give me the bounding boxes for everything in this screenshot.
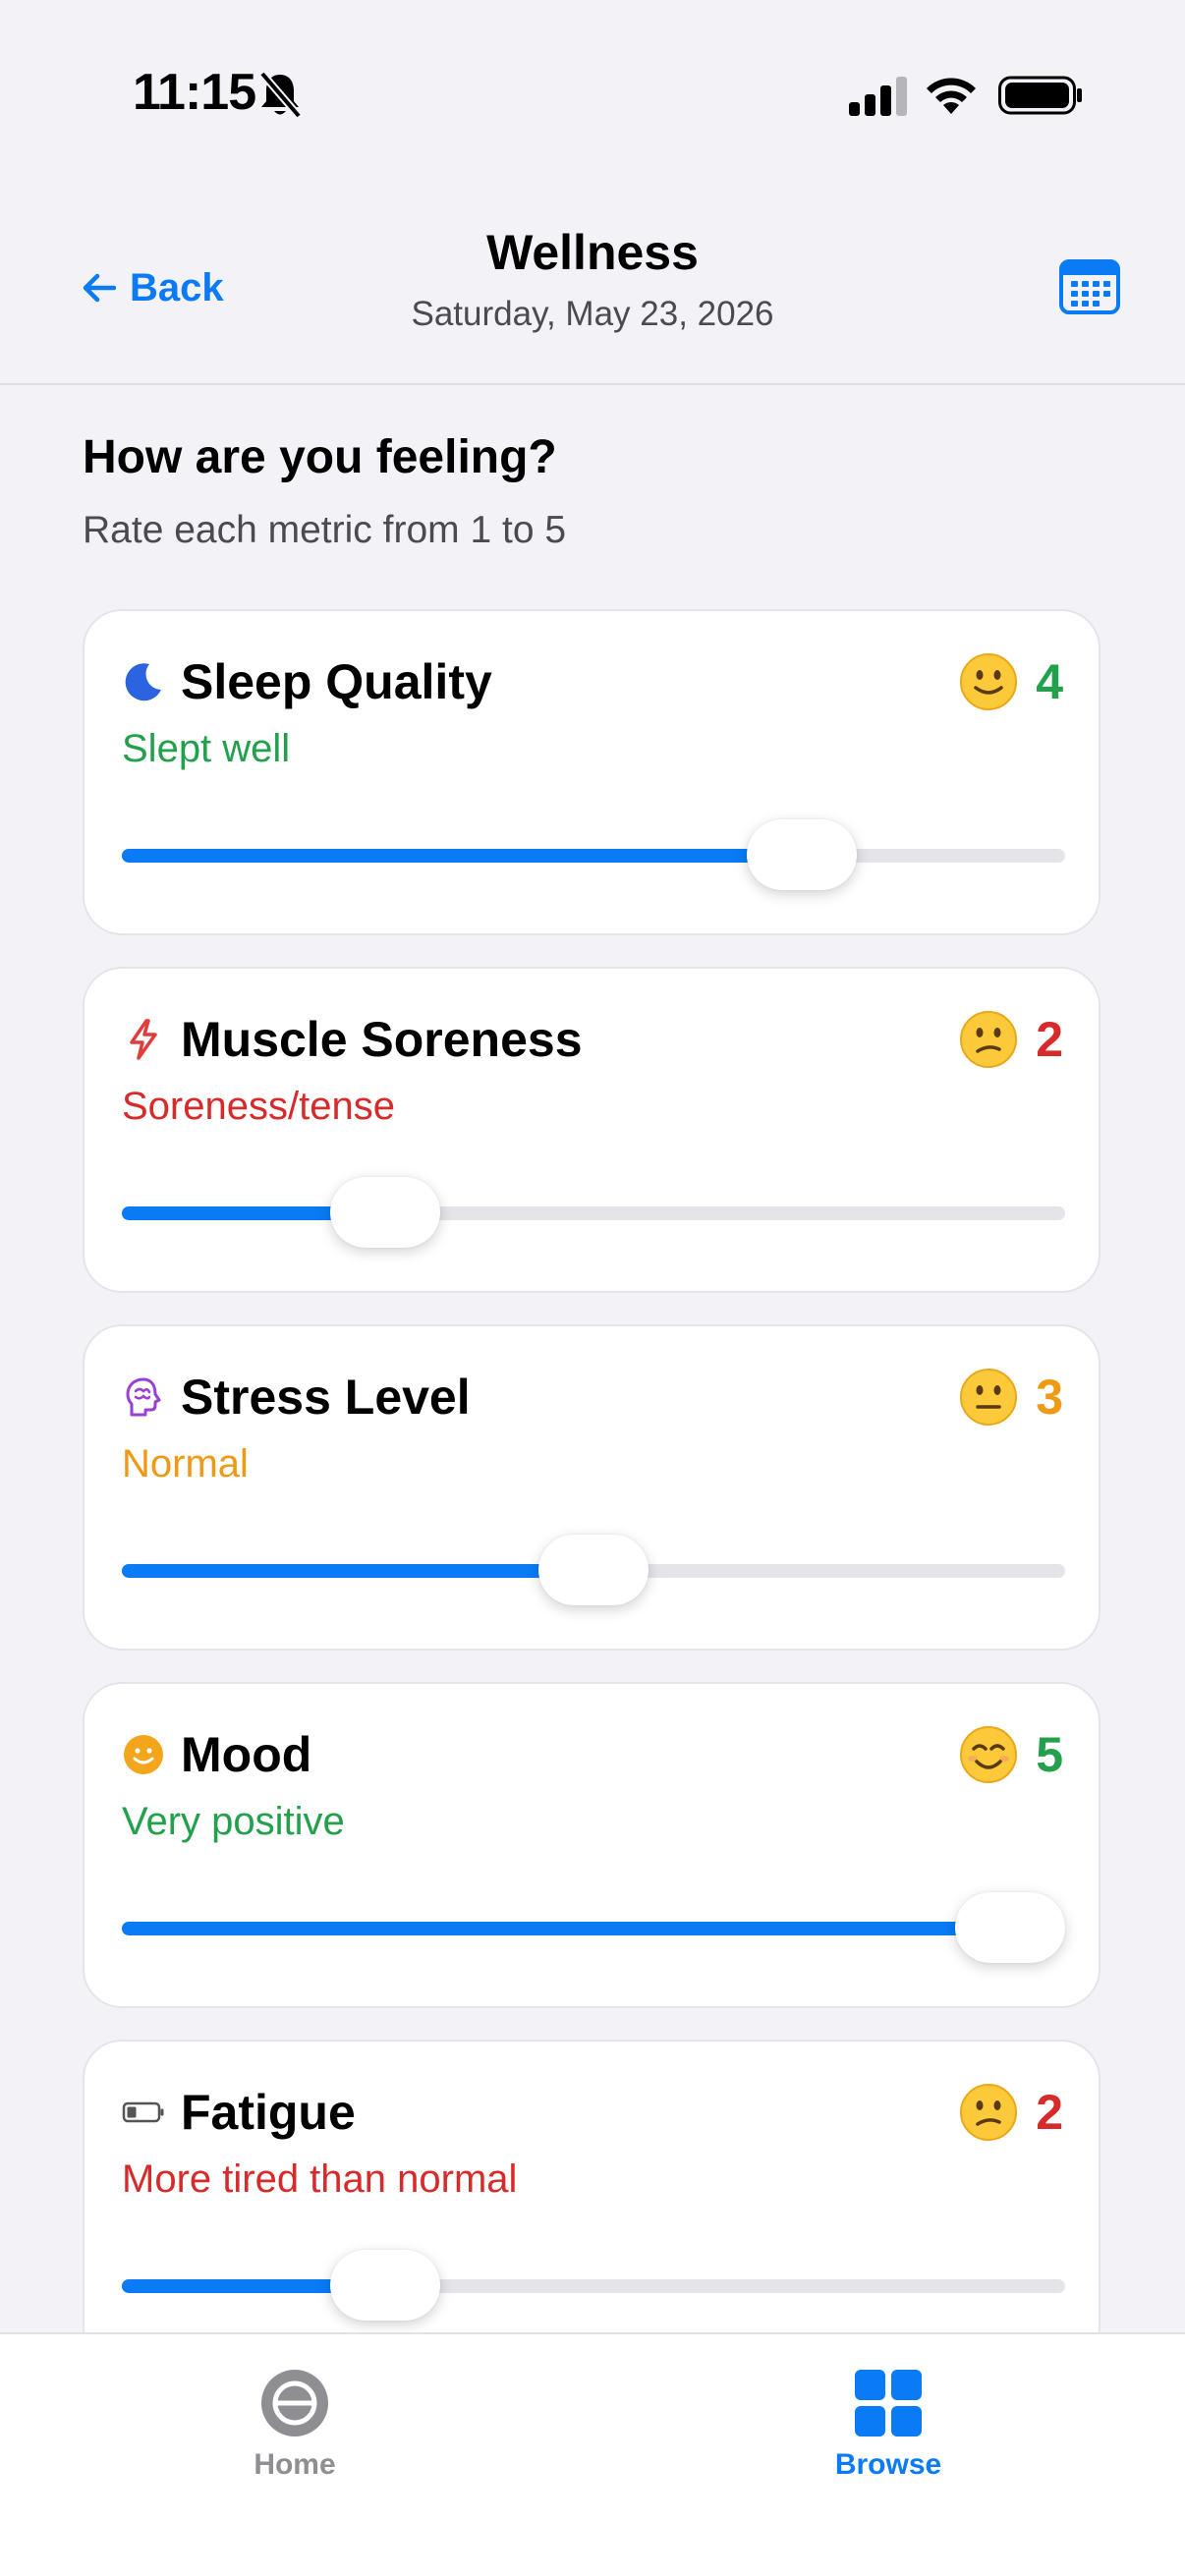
metric-score: 2 [1036, 1012, 1063, 1067]
grid-icon [855, 2370, 922, 2436]
status-time: 11:15 [133, 64, 256, 121]
battery-icon [998, 76, 1082, 115]
muscle-soreness-slider[interactable] [122, 1177, 1065, 1248]
tab-bar: Home Browse [0, 2332, 1185, 2576]
bell-off-icon [258, 71, 303, 119]
tab-home[interactable]: Home [147, 2354, 442, 2492]
stress-level-slider[interactable] [122, 1535, 1065, 1605]
slider-fill [122, 849, 802, 863]
tab-browse-label: Browse [834, 2448, 942, 2481]
metric-title: Mood [181, 1727, 312, 1782]
metric-card-stress-level: Stress Level 3 Normal [83, 1324, 1100, 1651]
slightly-smiling-face-icon [960, 653, 1018, 710]
confused-face-icon [960, 1011, 1018, 1068]
metric-title: Fatigue [181, 2085, 356, 2140]
section-subtitle: Rate each metric from 1 to 5 [83, 509, 567, 551]
wifi-icon [927, 78, 976, 114]
slider-thumb[interactable] [955, 1892, 1065, 1963]
metric-score: 2 [1036, 2085, 1063, 2140]
slider-fill [122, 1564, 593, 1578]
metric-score: 3 [1036, 1370, 1063, 1425]
status-bar: 11:15 [0, 0, 1185, 196]
metric-description: Slept well [122, 727, 291, 770]
mood-slider[interactable] [122, 1892, 1065, 1963]
slider-thumb[interactable] [747, 819, 857, 890]
metric-card-mood: Mood 5 Very positive [83, 1682, 1100, 2008]
metric-description: More tired than normal [122, 2157, 518, 2201]
slider-thumb[interactable] [330, 2250, 440, 2321]
section-title: How are you feeling? [83, 431, 557, 483]
metric-score: 5 [1036, 1727, 1063, 1782]
nav-header: Back Wellness Saturday, May 23, 2026 [0, 196, 1185, 385]
metric-description: Normal [122, 1442, 249, 1485]
home-circle-icon [261, 2370, 328, 2436]
confused-face-icon [960, 2084, 1018, 2141]
brain-icon [122, 1375, 165, 1419]
metric-title: Muscle Soreness [181, 1012, 583, 1067]
slider-thumb[interactable] [330, 1177, 440, 1248]
page-title: Wellness [486, 225, 699, 280]
neutral-face-icon [960, 1369, 1018, 1426]
metric-card-sleep-quality: Sleep Quality 4 Slept well [83, 609, 1100, 935]
sleep-quality-slider[interactable] [122, 819, 1065, 890]
slider-thumb[interactable] [538, 1535, 649, 1605]
metric-description: Soreness/tense [122, 1085, 395, 1128]
cellular-signal-icon [849, 77, 907, 116]
metric-title: Sleep Quality [181, 654, 492, 709]
tab-home-label: Home [254, 2448, 336, 2481]
calendar-icon[interactable] [1059, 255, 1120, 314]
tab-browse[interactable]: Browse [741, 2354, 1036, 2492]
metric-score: 4 [1036, 654, 1063, 709]
metric-card-fatigue: Fatigue 2 More tired than normal [83, 2040, 1100, 2366]
metric-card-muscle-soreness: Muscle Soreness 2 Soreness/tense [83, 967, 1100, 1293]
battery-low-icon [122, 2091, 165, 2134]
bolt-icon [122, 1018, 165, 1061]
smiley-icon [122, 1733, 165, 1776]
metric-title: Stress Level [181, 1370, 471, 1425]
moon-icon [122, 660, 165, 703]
metric-description: Very positive [122, 1800, 345, 1843]
smiling-face-icon [960, 1726, 1018, 1783]
page-date: Saturday, May 23, 2026 [411, 295, 774, 333]
slider-fill [122, 1922, 1010, 1935]
fatigue-slider[interactable] [122, 2250, 1065, 2321]
